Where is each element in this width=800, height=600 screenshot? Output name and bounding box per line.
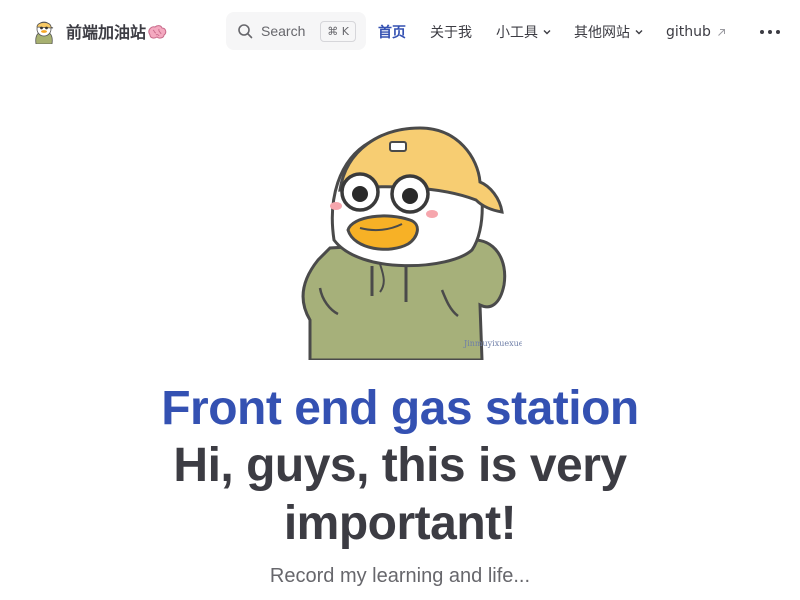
- external-link-icon: [718, 28, 725, 36]
- more-options-button[interactable]: [760, 22, 780, 42]
- brain-icon: [148, 25, 167, 39]
- nav-link-github[interactable]: github: [666, 24, 726, 40]
- search-shortcut-badge: ⌘ K: [320, 21, 356, 42]
- nav-dropdown-other-sites[interactable]: 其他网站: [574, 22, 644, 42]
- site-title: 前端加油站: [66, 19, 167, 43]
- nav-menu: 首页 关于我 小工具 其他网站 github: [378, 22, 726, 42]
- hero-tagline: Record my learning and life...: [269, 565, 531, 587]
- search-button[interactable]: Search ⌘ K: [226, 12, 366, 50]
- nav-link-home[interactable]: 首页: [378, 22, 406, 42]
- chevron-down-icon: [543, 30, 551, 35]
- duck-logo-icon: [35, 21, 54, 44]
- hero-name: Front end gas station: [161, 382, 639, 435]
- search-label: Search: [261, 23, 306, 39]
- more-dot: [768, 30, 772, 34]
- hero-text: Hi, guys, this is very important!: [173, 439, 627, 550]
- nav-dropdown-tools[interactable]: 小工具: [496, 22, 552, 42]
- nav-link-about[interactable]: 关于我: [430, 22, 472, 42]
- more-dot: [776, 30, 780, 34]
- chevron-down-icon: [635, 30, 643, 35]
- search-icon: [238, 24, 253, 39]
- site-brand-link[interactable]: 前端加油站: [32, 18, 167, 44]
- duck-mascot-image: Jinmuyixuexue: [301, 126, 522, 360]
- more-dot: [760, 30, 764, 34]
- image-watermark: Jinmuyixuexue: [463, 339, 522, 348]
- top-navbar: 前端加油站 Search ⌘ K 首页 关于我 小工具 其他网站 github: [0, 0, 800, 64]
